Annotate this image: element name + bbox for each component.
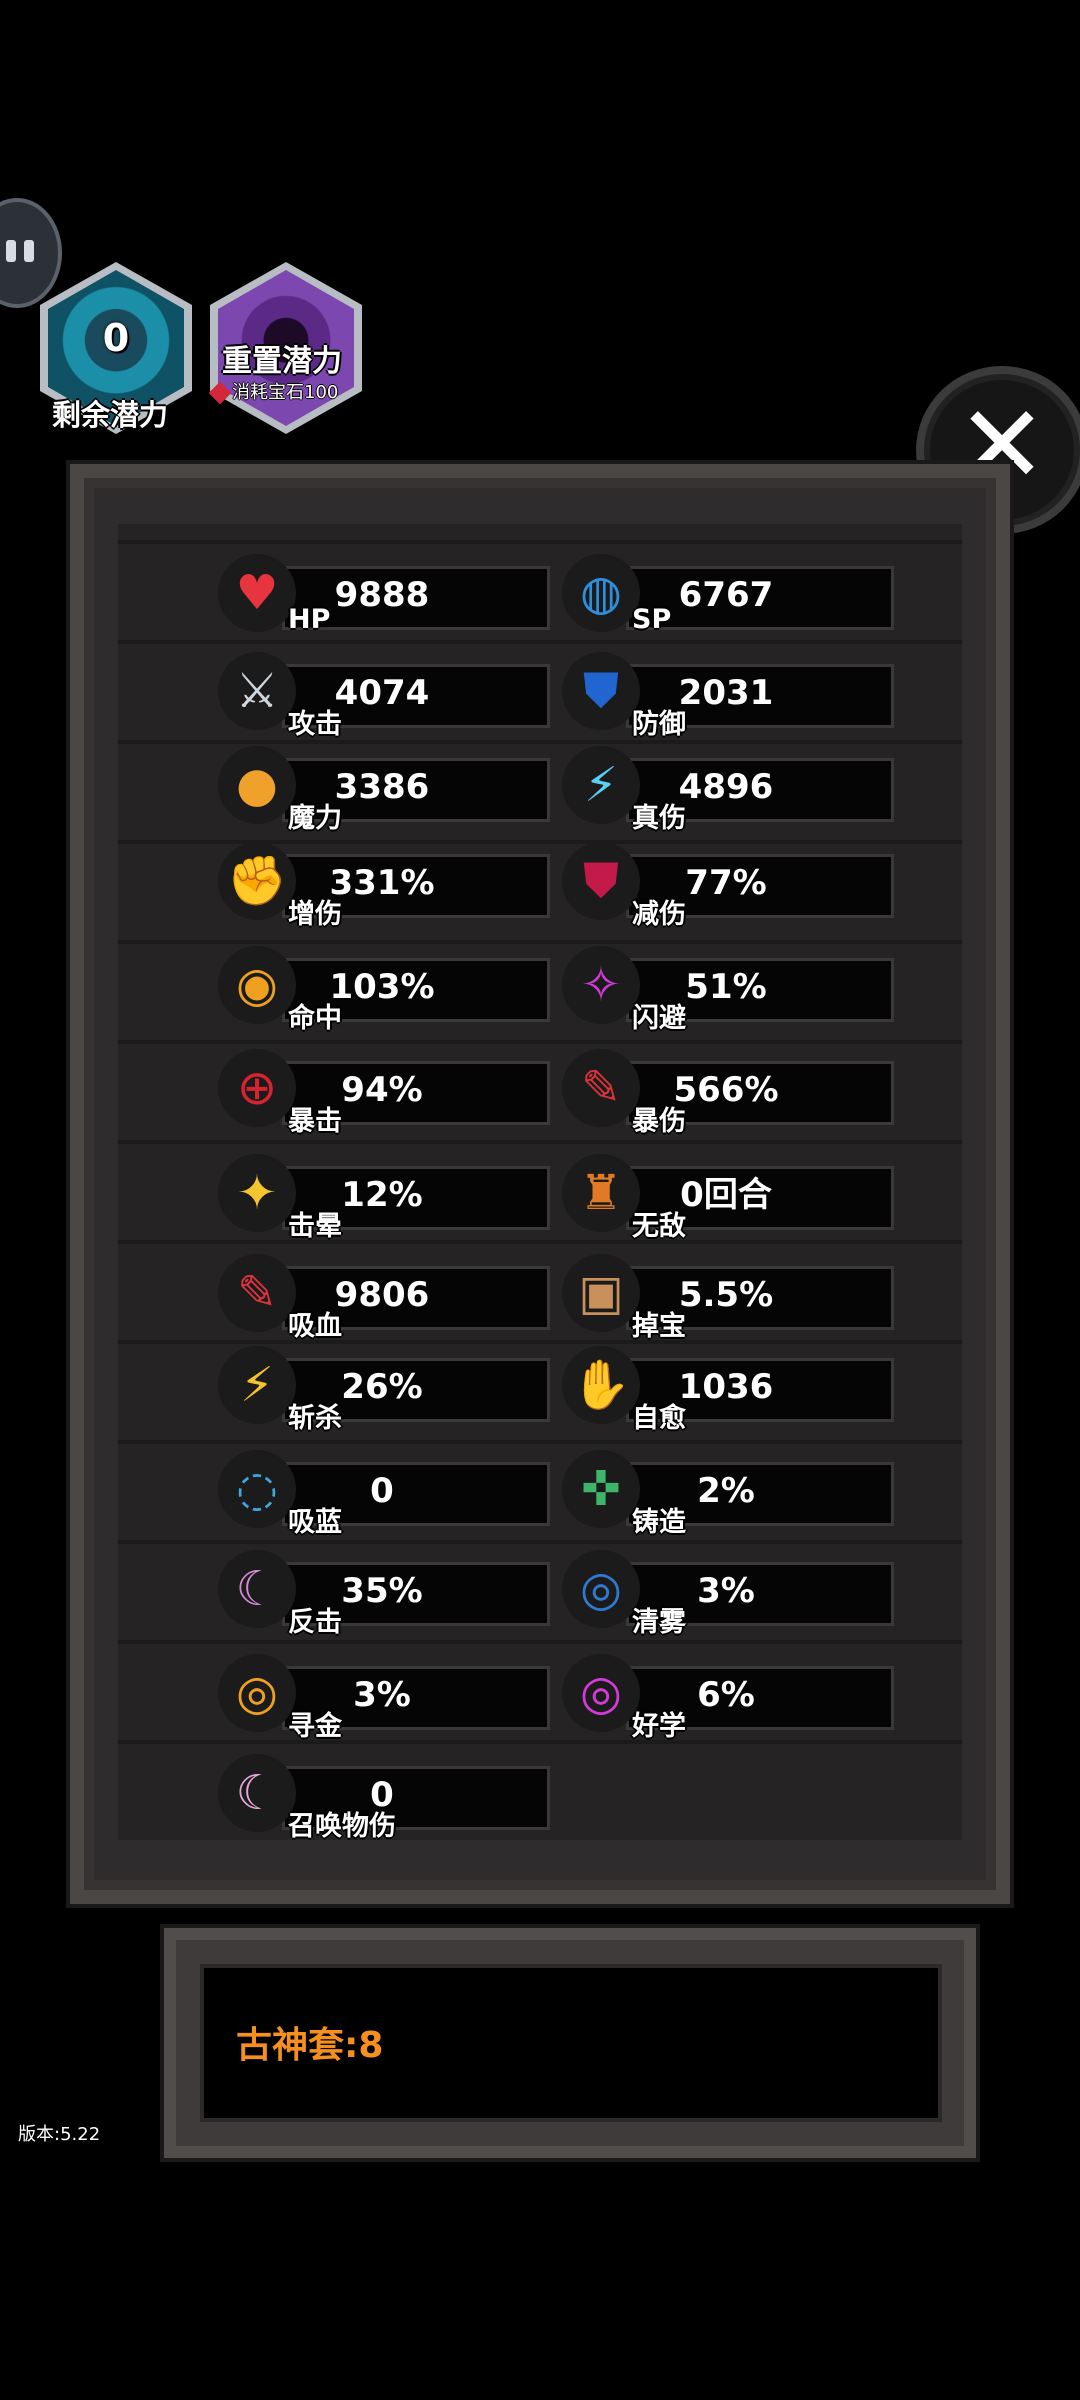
treasure-chest-icon: ▣: [562, 1254, 640, 1332]
stat-crosshair: 94% ⊕ 暴击: [218, 1049, 558, 1137]
lightning-icon: ⚡: [562, 746, 640, 824]
stat-label: 减伤: [632, 899, 686, 930]
study-icon: ◎: [562, 1654, 640, 1732]
blood-vial-icon: ✎: [218, 1254, 296, 1332]
stat-label: SP: [632, 604, 672, 635]
dodge-icon: ✧: [562, 946, 640, 1024]
stat-label: 暴伤: [632, 1106, 686, 1137]
crosshair-icon: ⊕: [218, 1049, 296, 1127]
stat-claw: 26% ⚡ 斩杀: [218, 1346, 558, 1434]
stat-forge: 2% ✜ 铸造: [562, 1450, 902, 1538]
stat-label: 掉宝: [632, 1311, 686, 1342]
stat-fog: 3% ◎ 清雾: [562, 1550, 902, 1638]
stat-label: 吸蓝: [288, 1507, 342, 1538]
crit-damage-icon: ✎: [562, 1049, 640, 1127]
stat-label: 寻金: [288, 1711, 342, 1742]
eye-icon: ◉: [218, 946, 296, 1024]
gold-coin-icon: ◎: [218, 1654, 296, 1732]
stat-label: 击晕: [288, 1211, 342, 1242]
stat-label: 暴击: [288, 1106, 342, 1137]
claw-icon: ⚡: [218, 1346, 296, 1424]
crescent-icon: ☾: [218, 1550, 296, 1628]
stat-gold-coin: 3% ◎ 寻金: [218, 1654, 558, 1742]
orb-icon: ●: [218, 746, 296, 824]
invincible-icon: ♜: [562, 1154, 640, 1232]
stat-label: 闪避: [632, 1003, 686, 1034]
stat-treasure-chest: 5.5% ▣ 掉宝: [562, 1254, 902, 1342]
stat-swirl: 6767 ◍ SP: [562, 554, 902, 635]
stat-dodge: 51% ✧ 闪避: [562, 946, 902, 1034]
stat-label: 好学: [632, 1711, 686, 1742]
set-bonus-panel: 古神套:8: [160, 1924, 980, 2162]
stat-label: 斩杀: [288, 1403, 342, 1434]
stat-heart: 9888 ♥ HP: [218, 554, 558, 635]
stat-label: 吸血: [288, 1311, 342, 1342]
stat-label: 真伤: [632, 803, 686, 834]
stat-invincible: 0回合 ♜ 无敌: [562, 1154, 902, 1242]
stat-summon: 0 ☾ 召唤物伤: [218, 1754, 558, 1842]
pause-button[interactable]: [0, 198, 62, 308]
stat-label: HP: [288, 604, 331, 635]
heart-icon: ♥: [218, 554, 296, 632]
stat-label: 无敌: [632, 1211, 686, 1242]
swirl-icon: ◍: [562, 554, 640, 632]
stat-eye: 103% ◉ 命中: [218, 946, 558, 1034]
set-bonus-text: 古神套:8: [236, 2025, 384, 2066]
stat-label: 魔力: [288, 803, 342, 834]
stat-label: 增伤: [288, 899, 342, 930]
stat-study: 6% ◎ 好学: [562, 1654, 902, 1742]
blue-shield-icon: ⛊: [562, 652, 640, 730]
stat-crescent: 35% ☾ 反击: [218, 1550, 558, 1638]
stat-bubbles: 0 ◌ 吸蓝: [218, 1450, 558, 1538]
stat-label: 铸造: [632, 1507, 686, 1538]
stat-orb: 3386 ● 魔力: [218, 746, 558, 834]
reset-cost: 消耗宝石100: [208, 378, 338, 405]
stat-label: 清雾: [632, 1607, 686, 1638]
stat-label: 命中: [288, 1003, 342, 1034]
stat-label: 召唤物伤: [288, 1811, 396, 1842]
stat-lightning: 4896 ⚡ 真伤: [562, 746, 902, 834]
crossed-swords-icon: ⚔: [218, 652, 296, 730]
pause-icon: [6, 240, 16, 262]
stat-fist: 331% ✊ 增伤: [218, 842, 558, 930]
stat-label: 防御: [632, 709, 686, 740]
version-label: 版本:5.22: [18, 2124, 101, 2145]
stat-crossed-swords: 4074 ⚔ 攻击: [218, 652, 558, 740]
stat-red-shield: 77% ⛊ 减伤: [562, 842, 902, 930]
stat-stars: 12% ✦ 击晕: [218, 1154, 558, 1242]
remaining-potential-label: 剩余潜力: [52, 398, 169, 432]
summon-icon: ☾: [218, 1754, 296, 1832]
stat-crit-damage: 566% ✎ 暴伤: [562, 1049, 902, 1137]
fist-icon: ✊: [218, 842, 296, 920]
stars-icon: ✦: [218, 1154, 296, 1232]
stat-label: 反击: [288, 1607, 342, 1638]
stat-blood-vial: 9806 ✎ 吸血: [218, 1254, 558, 1342]
forge-icon: ✜: [562, 1450, 640, 1528]
stat-blue-shield: 2031 ⛊ 防御: [562, 652, 902, 740]
gem-icon: [208, 381, 232, 405]
bubbles-icon: ◌: [218, 1450, 296, 1528]
healing-hand-icon: ✋: [562, 1346, 640, 1424]
red-shield-icon: ⛊: [562, 842, 640, 920]
reset-potential-label: 重置潜力: [222, 344, 342, 379]
remaining-potential-value: 0: [102, 316, 130, 360]
stat-label: 自愈: [632, 1403, 686, 1434]
fog-icon: ◎: [562, 1550, 640, 1628]
stat-label: 攻击: [288, 709, 342, 740]
stat-healing-hand: 1036 ✋ 自愈: [562, 1346, 902, 1434]
